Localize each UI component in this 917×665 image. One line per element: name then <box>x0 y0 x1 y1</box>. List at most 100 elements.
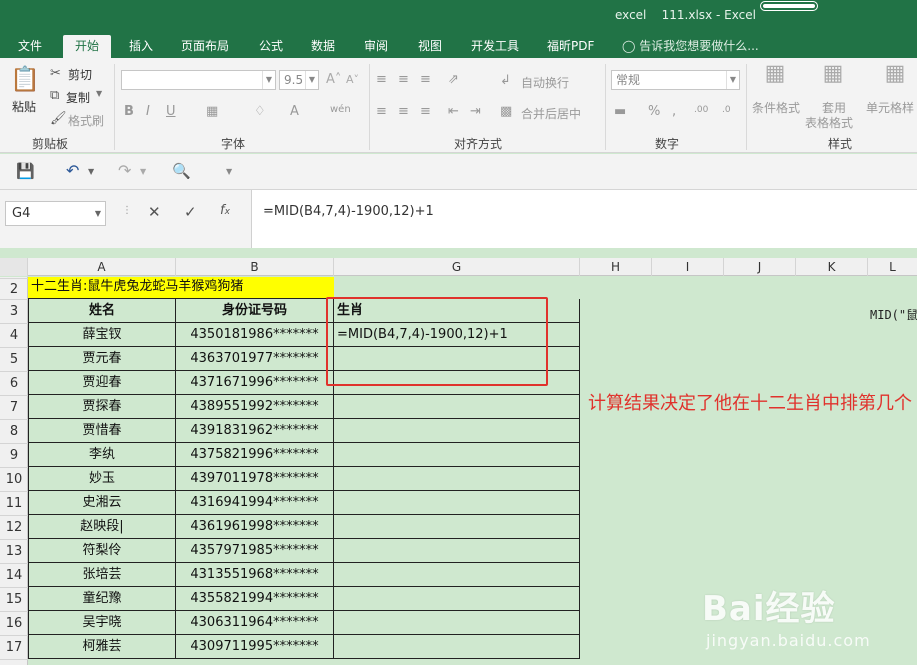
wrap-text-icon[interactable]: ↲ <box>500 73 511 89</box>
cell-id-number[interactable]: 4309711995******* <box>176 635 334 659</box>
tab-home[interactable]: 开始 <box>63 35 112 58</box>
undo-icon[interactable]: ↶ <box>66 163 79 179</box>
cell-zodiac[interactable] <box>334 563 580 587</box>
undo-dropdown-icon[interactable]: ▼ <box>88 164 94 180</box>
cell-id-number[interactable]: 4313551968******* <box>176 563 334 587</box>
cell-name[interactable]: 吴宇晓 <box>28 611 176 635</box>
cell-name[interactable]: 符梨伶 <box>28 539 176 563</box>
row-header-6[interactable]: 6 <box>0 372 28 396</box>
tab-foxit-pdf[interactable]: 福昕PDF <box>537 35 604 58</box>
row-header-12[interactable]: 12 <box>0 516 28 540</box>
cell-id-number[interactable]: 4361961998******* <box>176 515 334 539</box>
align-top-icon[interactable]: ≡ <box>376 72 387 88</box>
copy-dropdown-icon[interactable]: ▼ <box>96 89 102 98</box>
row-header-14[interactable]: 14 <box>0 564 28 588</box>
cell-styles-icon[interactable]: ▦ <box>880 63 910 85</box>
redo-icon[interactable]: ↷ <box>118 163 131 179</box>
cell-id-number[interactable]: 4375821996******* <box>176 443 334 467</box>
merge-center-button[interactable]: 合并后居中 <box>521 105 581 122</box>
row-header-17[interactable]: 17 <box>0 636 28 660</box>
merge-center-icon[interactable]: ▩ <box>500 104 512 120</box>
row-header-5[interactable]: 5 <box>0 348 28 372</box>
cell-b3-header-id[interactable]: 身份证号码 <box>176 299 334 323</box>
tab-file[interactable]: 文件 <box>8 35 52 58</box>
font-color-icon[interactable]: A <box>290 104 299 120</box>
number-format-combo[interactable]: 常规 ▼ <box>611 70 740 90</box>
conditional-format-button[interactable]: 条件格式 <box>752 99 800 116</box>
format-table-icon[interactable]: ▦ <box>818 63 848 85</box>
cell-zodiac[interactable] <box>334 395 580 419</box>
decrease-decimal-icon[interactable]: .0 <box>722 102 731 118</box>
column-header-l[interactable]: L <box>868 258 917 276</box>
format-painter-button[interactable]: 格式刷 <box>68 112 104 129</box>
cell-id-number[interactable]: 4371671996******* <box>176 371 334 395</box>
column-header-i[interactable]: I <box>652 258 724 276</box>
cell-id-number[interactable]: 4357971985******* <box>176 539 334 563</box>
cell-name[interactable]: 童纪豫 <box>28 587 176 611</box>
cell-a2-zodiac-list[interactable]: 十二生肖:鼠牛虎兔龙蛇马羊猴鸡狗猪 <box>28 277 334 299</box>
row-header-11[interactable]: 11 <box>0 492 28 516</box>
font-name-combo[interactable]: ▼ <box>121 70 276 90</box>
conditional-format-icon[interactable]: ▦ <box>760 63 790 85</box>
cell-zodiac[interactable] <box>334 515 580 539</box>
tab-review[interactable]: 审阅 <box>354 35 398 58</box>
bold-icon[interactable]: B <box>124 104 134 120</box>
grow-font-icon[interactable]: A˄ <box>326 72 341 88</box>
cell-name[interactable]: 薛宝钗 <box>28 323 176 347</box>
format-painter-icon[interactable]: 🖌 <box>50 111 67 127</box>
italic-icon[interactable]: I <box>146 104 150 120</box>
copy-button[interactable]: 复制 <box>66 89 90 106</box>
print-preview-icon[interactable]: 🔍 <box>172 163 191 179</box>
cell-zodiac[interactable] <box>334 587 580 611</box>
tell-me-box[interactable]: ◯ 告诉我您想要做什么... <box>622 35 759 57</box>
cell-id-number[interactable]: 4389551992******* <box>176 395 334 419</box>
increase-indent-icon[interactable]: ⇥ <box>470 104 481 120</box>
cell-a3-header-name[interactable]: 姓名 <box>28 299 176 323</box>
cell-id-number[interactable]: 4316941994******* <box>176 491 334 515</box>
row-header-9[interactable]: 9 <box>0 444 28 468</box>
column-header-h[interactable]: H <box>580 258 652 276</box>
formula-input[interactable]: =MID(B4,7,4)-1900,12)+1 <box>251 190 917 248</box>
row-header-2[interactable]: 2 <box>0 279 28 300</box>
cell-zodiac[interactable] <box>334 611 580 635</box>
cell-name[interactable]: 贾元春 <box>28 347 176 371</box>
fill-color-icon[interactable]: ♢ <box>254 104 266 120</box>
row-header-1[interactable] <box>0 272 28 279</box>
row-header-3[interactable]: 3 <box>0 300 28 324</box>
cell-name[interactable]: 李纨 <box>28 443 176 467</box>
paste-icon[interactable]: 📋 <box>10 64 40 94</box>
name-box[interactable]: G4 ▼ <box>5 201 106 226</box>
cell-zodiac[interactable] <box>334 467 580 491</box>
row-header-10[interactable]: 10 <box>0 468 28 492</box>
cell-id-number[interactable]: 4350181986******* <box>176 323 334 347</box>
border-icon[interactable]: ▦ <box>206 104 218 120</box>
cut-icon[interactable]: ✂ <box>50 66 61 82</box>
cut-button[interactable]: 剪切 <box>68 66 92 83</box>
align-left-icon[interactable]: ≡ <box>376 104 387 120</box>
wrap-text-button[interactable]: 自动换行 <box>521 74 569 91</box>
cell-id-number[interactable]: 4306311964******* <box>176 611 334 635</box>
accounting-format-icon[interactable]: ▬ <box>614 104 626 120</box>
cell-id-number[interactable]: 4355821994******* <box>176 587 334 611</box>
cell-name[interactable]: 妙玉 <box>28 467 176 491</box>
cell-g3-header-zodiac[interactable]: 生肖 <box>334 299 580 323</box>
cell-id-number[interactable]: 4363701977******* <box>176 347 334 371</box>
percent-icon[interactable]: % <box>648 104 660 120</box>
cell-name[interactable]: 赵映段| <box>28 515 176 539</box>
cell-name[interactable]: 贾迎春 <box>28 371 176 395</box>
column-header-k[interactable]: K <box>796 258 868 276</box>
align-right-icon[interactable]: ≡ <box>420 104 431 120</box>
underline-icon[interactable]: U <box>166 104 176 120</box>
cell-name[interactable]: 贾惜春 <box>28 419 176 443</box>
row-header-8[interactable]: 8 <box>0 420 28 444</box>
align-middle-icon[interactable]: ≡ <box>398 72 409 88</box>
align-bottom-icon[interactable]: ≡ <box>420 72 431 88</box>
tab-data[interactable]: 数据 <box>301 35 345 58</box>
cell-zodiac[interactable] <box>334 491 580 515</box>
enter-icon[interactable]: ✓ <box>184 204 197 220</box>
format-table-button-line2[interactable]: 表格格式 <box>805 114 853 131</box>
cell-id-number[interactable]: 4391831962******* <box>176 419 334 443</box>
shrink-font-icon[interactable]: A˅ <box>346 72 359 88</box>
row-header-13[interactable]: 13 <box>0 540 28 564</box>
cell-zodiac[interactable] <box>334 539 580 563</box>
